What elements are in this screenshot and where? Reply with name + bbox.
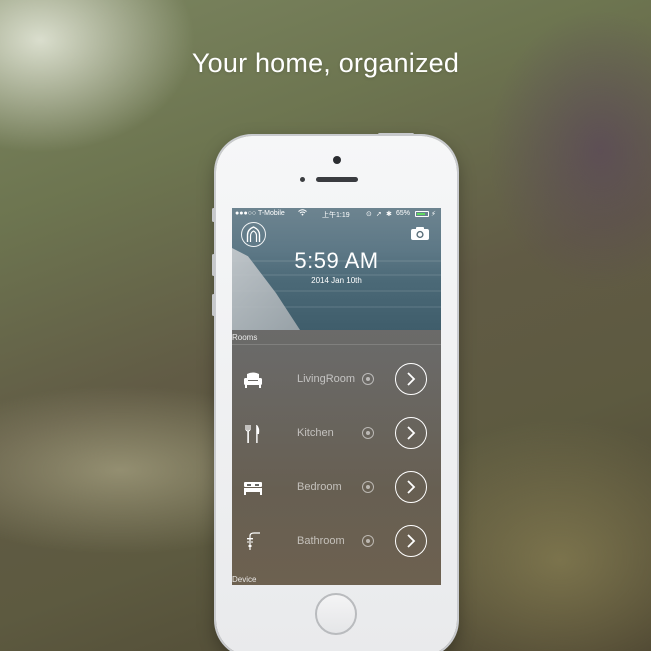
power-button bbox=[378, 133, 414, 136]
room-name: Bathroom bbox=[297, 535, 345, 547]
chevron-right-icon bbox=[407, 372, 416, 386]
room-status-indicator bbox=[362, 535, 374, 547]
room-name: Kitchen bbox=[297, 427, 334, 439]
room-row-bedroom[interactable]: Bedroom bbox=[232, 468, 441, 508]
header-time: 5:59 AM bbox=[294, 248, 379, 273]
earpiece-speaker bbox=[316, 177, 358, 182]
shower-icon bbox=[242, 532, 264, 552]
status-bar: ●●●○○ T-Mobile 上午1:19 ⊙ ➚ ✱ 65% ⚡ bbox=[232, 208, 441, 221]
volume-up-button bbox=[212, 254, 215, 276]
room-row-bathroom[interactable]: Bathroom bbox=[232, 522, 441, 562]
chevron-right-icon bbox=[407, 534, 416, 548]
room-row-kitchen[interactable]: Kitchen bbox=[232, 414, 441, 454]
divider bbox=[232, 344, 441, 345]
wifi-icon bbox=[298, 209, 307, 218]
charging-icon: ⚡ bbox=[431, 211, 436, 218]
carrier-label: ●●●○○ T-Mobile bbox=[235, 210, 285, 217]
chevron-right-icon bbox=[407, 426, 416, 440]
bluetooth-icon: ✱ bbox=[386, 211, 392, 218]
room-open-button[interactable] bbox=[395, 363, 427, 395]
room-open-button[interactable] bbox=[395, 525, 427, 557]
front-camera bbox=[333, 156, 341, 164]
app-screen: ●●●○○ T-Mobile 上午1:19 ⊙ ➚ ✱ 65% ⚡ 5:59 A… bbox=[232, 208, 441, 585]
chevron-right-icon bbox=[407, 480, 416, 494]
proximity-sensor bbox=[300, 177, 305, 182]
room-status-indicator bbox=[362, 481, 374, 493]
armchair-icon bbox=[242, 370, 264, 390]
location-icon: ➚ bbox=[376, 211, 382, 218]
room-status-indicator bbox=[362, 427, 374, 439]
status-clock: 上午1:19 bbox=[322, 212, 350, 219]
room-name: LivingRoom bbox=[297, 373, 356, 385]
room-status-indicator bbox=[362, 373, 374, 385]
volume-down-button bbox=[212, 294, 215, 316]
room-row-livingroom[interactable]: LivingRoom bbox=[232, 360, 441, 400]
section-label-device: Device bbox=[232, 575, 257, 584]
room-open-button[interactable] bbox=[395, 417, 427, 449]
bed-icon bbox=[242, 478, 264, 498]
home-button[interactable] bbox=[315, 593, 357, 635]
fork-knife-icon bbox=[242, 424, 264, 444]
mute-switch bbox=[212, 208, 215, 222]
battery-icon bbox=[415, 211, 429, 217]
battery-percent: 65% bbox=[396, 210, 411, 217]
header-date: 2014 Jan 10th bbox=[311, 276, 362, 285]
room-name: Bedroom bbox=[297, 481, 342, 493]
section-label-rooms: Rooms bbox=[232, 333, 258, 342]
home-arch-icon[interactable] bbox=[241, 222, 266, 247]
camera-icon[interactable] bbox=[410, 226, 430, 241]
alarm-icon: ⊙ bbox=[366, 211, 372, 218]
headline: Your home, organized bbox=[191, 48, 460, 78]
room-open-button[interactable] bbox=[395, 471, 427, 503]
